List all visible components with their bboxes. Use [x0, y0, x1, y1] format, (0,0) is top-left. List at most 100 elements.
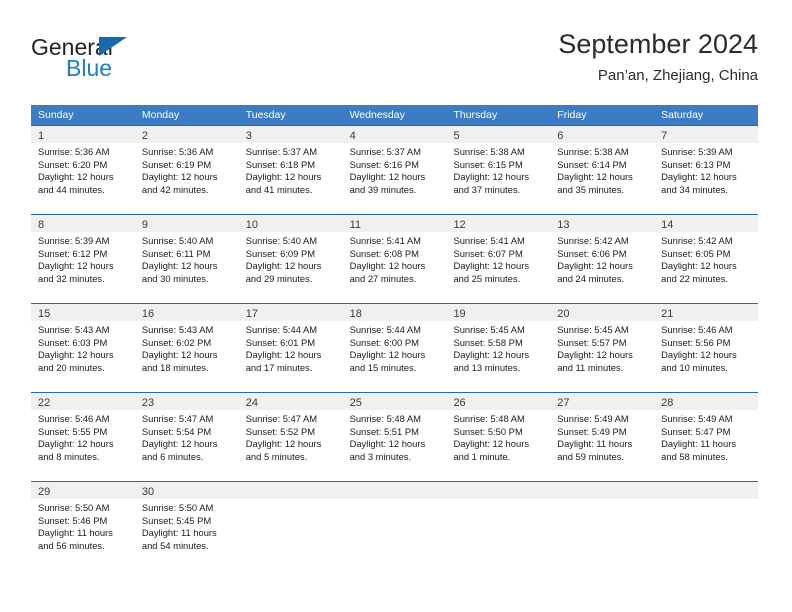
day-cell[interactable]: 27 Sunrise: 5:49 AM Sunset: 5:49 PM Dayligh…	[550, 393, 655, 481]
sunset-text: Sunset: 5:49 PM	[557, 425, 627, 437]
day-cell[interactable]: 14 Sunrise: 5:42 AM Sunset: 6:05 PM Dayligh…	[654, 215, 759, 303]
daylight-text-line2: and 15 minutes.	[349, 361, 417, 373]
daylight-text-line1: Daylight: 12 hours	[141, 171, 218, 183]
day-cell[interactable]: 5 Sunrise: 5:38 AM Sunset: 6:15 PM Daylight…	[446, 126, 551, 214]
daylight-text-line2: and 39 minutes.	[349, 183, 417, 195]
day-cell[interactable]: 24 Sunrise: 5:47 AM Sunset: 5:52 PM Dayligh…	[238, 393, 343, 481]
sunrise-text: Sunrise: 5:43 AM	[38, 324, 110, 335]
daylight-text-line2: and 32 minutes.	[38, 272, 105, 284]
sunrise-text: Sunrise: 5:39 AM	[38, 235, 110, 246]
day-cell[interactable]: 3 Sunrise: 5:37 AM Sunset: 6:18 PM Daylight…	[238, 126, 343, 214]
sunrise-text: Sunrise: 5:44 AM	[245, 324, 318, 335]
day-number: 8	[38, 219, 45, 231]
sunrise-text: Sunrise: 5:46 AM	[661, 324, 733, 335]
day-number-band: 24	[238, 393, 343, 410]
day-number: 25	[349, 397, 362, 409]
day-number: 2	[141, 130, 148, 142]
day-cell[interactable]: 20 Sunrise: 5:45 AM Sunset: 5:57 PM Dayligh…	[550, 304, 655, 392]
sunset-text: Sunset: 6:19 PM	[141, 158, 212, 170]
day-details: Sunrise: 5:38 AM Sunset: 6:15 PM Daylight:…	[446, 143, 550, 196]
day-cell[interactable]: 9 Sunrise: 5:40 AM Sunset: 6:11 PM Daylight…	[134, 215, 239, 303]
day-details: Sunrise: 5:40 AM Sunset: 6:09 PM Daylight:…	[239, 232, 343, 285]
daylight-text-line2: and 13 minutes.	[453, 361, 521, 373]
day-number: 14	[661, 219, 674, 231]
day-cell[interactable]: 13 Sunrise: 5:42 AM Sunset: 6:06 PM Dayligh…	[550, 215, 655, 303]
day-cell[interactable]: 16 Sunrise: 5:43 AM Sunset: 6:02 PM Dayligh…	[134, 304, 239, 392]
daylight-text-line1: Daylight: 11 hours	[661, 438, 737, 450]
daylight-text-line1: Daylight: 12 hours	[453, 438, 530, 450]
daylight-text-line1: Daylight: 12 hours	[245, 260, 322, 272]
day-cell-empty	[238, 482, 343, 570]
day-number-band: 25	[342, 393, 447, 410]
daylight-text-line2: and 20 minutes.	[38, 361, 105, 373]
day-cell[interactable]: 23 Sunrise: 5:47 AM Sunset: 5:54 PM Dayligh…	[134, 393, 239, 481]
daylight-text-line1: Daylight: 12 hours	[661, 349, 737, 361]
day-details: Sunrise: 5:49 AM Sunset: 5:47 PM Daylight:…	[654, 410, 758, 463]
day-details: Sunrise: 5:48 AM Sunset: 5:51 PM Daylight:…	[343, 410, 447, 463]
day-cell[interactable]: 7 Sunrise: 5:39 AM Sunset: 6:13 PM Daylight…	[654, 126, 759, 214]
daylight-text-line1: Daylight: 12 hours	[245, 171, 322, 183]
day-cell[interactable]: 6 Sunrise: 5:38 AM Sunset: 6:14 PM Daylight…	[550, 126, 655, 214]
daylight-text-line2: and 8 minutes.	[38, 450, 100, 462]
day-details: Sunrise: 5:41 AM Sunset: 6:08 PM Daylight:…	[343, 232, 447, 285]
sunset-text: Sunset: 6:12 PM	[38, 247, 108, 259]
daylight-text-line1: Daylight: 12 hours	[141, 349, 218, 361]
daylight-text-line2: and 25 minutes.	[453, 272, 521, 284]
sunrise-text: Sunrise: 5:40 AM	[141, 235, 214, 246]
day-cell[interactable]: 19 Sunrise: 5:45 AM Sunset: 5:58 PM Dayligh…	[446, 304, 551, 392]
daylight-text-line2: and 59 minutes.	[557, 450, 625, 462]
sunset-text: Sunset: 5:50 PM	[453, 425, 523, 437]
day-cell[interactable]: 17 Sunrise: 5:44 AM Sunset: 6:01 PM Dayligh…	[238, 304, 343, 392]
day-details: Sunrise: 5:50 AM Sunset: 5:45 PM Daylight:…	[135, 499, 239, 552]
day-cell[interactable]: 30 Sunrise: 5:50 AM Sunset: 5:45 PM Dayligh…	[134, 482, 239, 570]
day-cell[interactable]: 29 Sunrise: 5:50 AM Sunset: 5:46 PM Dayligh…	[31, 482, 135, 570]
sunrise-text: Sunrise: 5:38 AM	[453, 146, 525, 157]
day-number: 28	[661, 397, 674, 409]
sunset-text: Sunset: 5:45 PM	[141, 514, 212, 526]
day-number: 13	[557, 219, 570, 231]
day-cell[interactable]: 28 Sunrise: 5:49 AM Sunset: 5:47 PM Dayligh…	[654, 393, 759, 481]
day-cell[interactable]: 11 Sunrise: 5:41 AM Sunset: 6:08 PM Dayligh…	[342, 215, 447, 303]
sunset-text: Sunset: 6:16 PM	[349, 158, 419, 170]
day-number-band: 17	[238, 304, 343, 321]
day-number-band: 19	[446, 304, 551, 321]
week-row: 29 Sunrise: 5:50 AM Sunset: 5:46 PM Dayligh…	[31, 481, 759, 570]
day-number-band: 16	[134, 304, 239, 321]
daylight-text-line2: and 24 minutes.	[557, 272, 625, 284]
day-number-band: 4	[342, 126, 447, 143]
week-row: 22 Sunrise: 5:46 AM Sunset: 5:55 PM Dayligh…	[31, 392, 759, 481]
daylight-text-line2: and 18 minutes.	[141, 361, 209, 373]
day-cell[interactable]: 1 Sunrise: 5:36 AM Sunset: 6:20 PM Daylight…	[31, 126, 135, 214]
day-details: Sunrise: 5:36 AM Sunset: 6:20 PM Daylight:…	[31, 143, 135, 196]
day-cell[interactable]: 2 Sunrise: 5:36 AM Sunset: 6:19 PM Daylight…	[134, 126, 239, 214]
calendar-page: General Blue September 2024 Pan’an, Zhej…	[0, 0, 792, 612]
day-cell[interactable]: 21 Sunrise: 5:46 AM Sunset: 5:56 PM Dayligh…	[654, 304, 759, 392]
day-cell[interactable]: 18 Sunrise: 5:44 AM Sunset: 6:00 PM Dayligh…	[342, 304, 447, 392]
day-cell[interactable]: 8 Sunrise: 5:39 AM Sunset: 6:12 PM Daylight…	[31, 215, 135, 303]
daylight-text-line1: Daylight: 12 hours	[453, 171, 530, 183]
daylight-text-line1: Daylight: 12 hours	[349, 349, 426, 361]
day-number-band: 22	[31, 393, 135, 410]
daylight-text-line2: and 3 minutes.	[349, 450, 412, 462]
weekday-header-tuesday: Tuesday	[245, 109, 286, 121]
day-cell[interactable]: 10 Sunrise: 5:40 AM Sunset: 6:09 PM Dayligh…	[238, 215, 343, 303]
day-number: 21	[661, 308, 674, 320]
daylight-text-line1: Daylight: 12 hours	[557, 260, 633, 272]
day-cell[interactable]: 26 Sunrise: 5:48 AM Sunset: 5:50 PM Dayligh…	[446, 393, 551, 481]
daylight-text-line2: and 1 minute.	[453, 450, 511, 462]
sunset-text: Sunset: 6:11 PM	[141, 247, 211, 259]
sunrise-text: Sunrise: 5:43 AM	[141, 324, 214, 335]
page-subtitle: Pan’an, Zhejiang, China	[597, 67, 758, 84]
day-details: Sunrise: 5:42 AM Sunset: 6:05 PM Daylight:…	[654, 232, 758, 285]
sunset-text: Sunset: 6:00 PM	[349, 336, 419, 348]
day-cell[interactable]: 22 Sunrise: 5:46 AM Sunset: 5:55 PM Dayligh…	[31, 393, 135, 481]
daylight-text-line1: Daylight: 12 hours	[38, 349, 114, 361]
day-cell[interactable]: 12 Sunrise: 5:41 AM Sunset: 6:07 PM Dayligh…	[446, 215, 551, 303]
day-cell[interactable]: 15 Sunrise: 5:43 AM Sunset: 6:03 PM Dayligh…	[31, 304, 135, 392]
sunset-text: Sunset: 6:02 PM	[141, 336, 212, 348]
day-cell[interactable]: 25 Sunrise: 5:48 AM Sunset: 5:51 PM Dayligh…	[342, 393, 447, 481]
day-cell[interactable]: 4 Sunrise: 5:37 AM Sunset: 6:16 PM Daylight…	[342, 126, 447, 214]
weekday-header-monday: Monday	[141, 109, 180, 121]
daylight-text-line2: and 30 minutes.	[141, 272, 209, 284]
day-number: 11	[349, 219, 361, 231]
